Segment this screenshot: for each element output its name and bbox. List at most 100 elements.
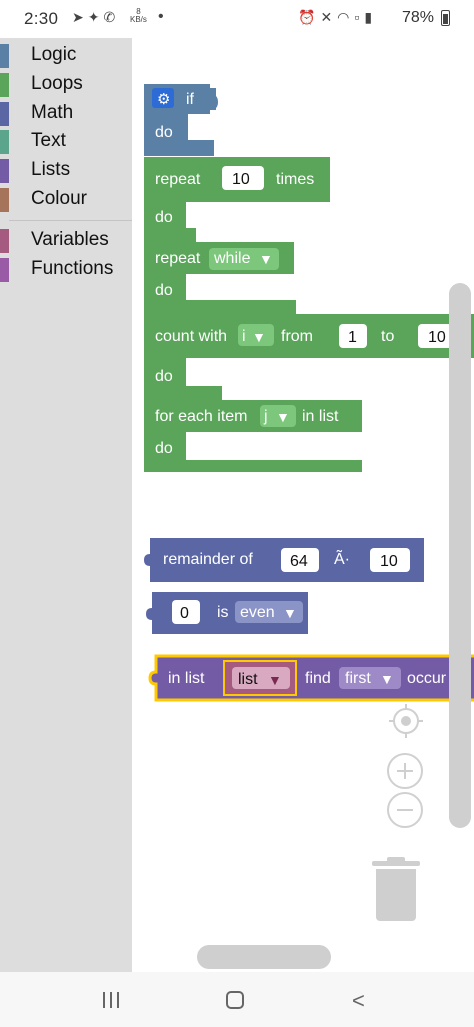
back-icon[interactable]: < [352, 988, 365, 1014]
chevron-down-icon: ▼ [252, 329, 266, 345]
repeat-label: repeat [155, 171, 201, 188]
for-each-var-value: j [263, 408, 268, 425]
chevron-down-icon: ▼ [276, 409, 290, 425]
category-label: Math [31, 102, 74, 123]
zoom-in-icon[interactable] [387, 753, 423, 789]
remainder-label: remainder of [163, 551, 253, 568]
notification-icons: ➤✦✆ [72, 9, 119, 26]
zoom-out-icon[interactable] [387, 792, 423, 828]
category-label: Logic [31, 44, 77, 65]
status-time: 2:30 [24, 9, 59, 28]
for-each-label: for each item [155, 408, 247, 425]
network-speed: 8 KB/s [130, 7, 147, 24]
chevron-down-icon: ▼ [268, 672, 282, 688]
category-math[interactable]: Math [0, 100, 132, 128]
category-variables[interactable]: Variables [0, 227, 132, 255]
for-each-block[interactable]: for each item j ▼ in list do [144, 400, 362, 472]
division-operator: Ã· [334, 548, 350, 568]
repeat-while-do-label: do [155, 282, 173, 299]
find-mode-value: first [345, 670, 371, 687]
while-dropdown-value: while [213, 250, 251, 267]
repeat-times-block[interactable]: repeat 10 times do [144, 157, 330, 242]
dividend-value: 64 [290, 553, 308, 570]
battery-icon [441, 10, 450, 26]
status-bar: 2:30 ➤✦✆ 8 KB/s • ⏰✕◠▫▮ 78% [0, 0, 474, 38]
workspace[interactable]: ⚙ if do repeat 10 times do repeat while [132, 38, 474, 972]
category-swatch [0, 229, 9, 253]
category-swatch [0, 258, 9, 282]
category-text[interactable]: Text [0, 128, 132, 156]
is-label: is [217, 604, 229, 621]
home-icon[interactable] [226, 991, 244, 1009]
category-label: Variables [31, 229, 109, 250]
count-do-label: do [155, 368, 173, 385]
alarm-icon: ⏰ [298, 9, 321, 25]
times-label: times [276, 171, 314, 188]
recenter-icon[interactable] [389, 704, 423, 738]
navigation-bar: < [0, 972, 474, 1027]
category-functions[interactable]: Functions [0, 256, 132, 284]
repeat-do-label: do [155, 209, 173, 226]
category-loops[interactable]: Loops [0, 71, 132, 99]
more-notifications-dot: • [158, 8, 164, 25]
if-label: if [186, 91, 195, 108]
is-even-block[interactable]: 0 is even ▼ [146, 592, 308, 634]
category-label: Text [31, 130, 66, 151]
from-label: from [281, 328, 313, 345]
if-block[interactable]: ⚙ if do [144, 84, 218, 156]
category-label: Lists [31, 159, 71, 180]
category-swatch [0, 159, 9, 183]
list-find-block[interactable]: in list list ▼ find first ▼ occur [148, 654, 474, 702]
category-lists[interactable]: Lists [0, 157, 132, 185]
missed-call-icon: ✆ [103, 9, 120, 25]
chevron-down-icon: ▼ [283, 605, 297, 621]
category-swatch [0, 188, 9, 212]
chevron-down-icon: ▼ [380, 671, 394, 687]
horizontal-scrollbar[interactable] [197, 945, 331, 969]
system-icons: ⏰✕◠▫▮ [298, 9, 377, 26]
telegram-icon: ➤ [72, 9, 88, 25]
category-logic[interactable]: Logic [0, 42, 132, 70]
count-var-value: i [242, 328, 246, 345]
category-label: Functions [31, 258, 114, 279]
remainder-block[interactable]: remainder of 64 Ã· 10 [144, 538, 424, 582]
category-swatch [0, 44, 9, 68]
if-do-label: do [155, 124, 173, 141]
occurrence-label: occur [407, 670, 447, 687]
chevron-down-icon: ▼ [259, 251, 273, 267]
category-label: Colour [31, 188, 87, 209]
count-with-block[interactable]: count with i ▼ from 1 to 10 do [144, 314, 474, 400]
count-with-label: count with [155, 328, 227, 345]
gear-icon-glyph: ⚙ [157, 91, 170, 108]
number-value: 0 [180, 605, 189, 622]
for-each-do-label: do [155, 440, 173, 457]
volte-icon: ▫ [354, 9, 365, 25]
category-label: Loops [31, 73, 83, 94]
repeat-count-value: 10 [232, 171, 250, 188]
category-swatch [0, 73, 9, 97]
in-list-find-label: in list [168, 670, 205, 687]
to-label: to [381, 328, 394, 345]
wifi-icon: ◠ [337, 9, 355, 25]
mute-icon: ✕ [320, 9, 338, 25]
trash-icon[interactable] [370, 857, 422, 923]
divisor-value: 10 [380, 553, 398, 570]
battery-percent: 78% [402, 9, 435, 26]
find-label: find [305, 670, 331, 687]
vertical-scrollbar[interactable] [449, 283, 471, 828]
repeat-while-label: repeat [155, 250, 201, 267]
block-canvas[interactable]: ⚙ if do repeat 10 times do repeat while [132, 38, 474, 972]
category-swatch [0, 102, 9, 126]
recents-icon[interactable] [103, 992, 121, 1008]
category-colour[interactable]: Colour [0, 186, 132, 214]
property-value: even [240, 604, 275, 621]
in-list-label: in list [302, 408, 339, 425]
toolbox: Logic Loops Math Text Lists Colour Varia… [0, 38, 132, 972]
toolbox-separator [9, 220, 132, 221]
from-value: 1 [348, 329, 357, 346]
repeat-while-block[interactable]: repeat while ▼ do [144, 242, 296, 314]
twitter-icon: ✦ [87, 9, 104, 25]
list-var-value: list [238, 671, 258, 688]
category-swatch [0, 130, 9, 154]
to-value: 10 [428, 329, 446, 346]
